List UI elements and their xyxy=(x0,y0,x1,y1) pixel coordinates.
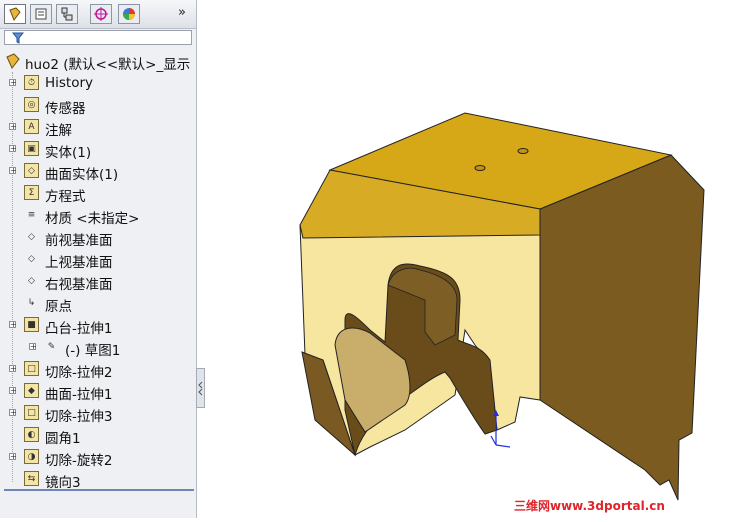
propertymanager-tab[interactable] xyxy=(30,4,52,24)
tree-filter-input[interactable] xyxy=(4,30,192,45)
plane-icon: ◇ xyxy=(28,275,35,286)
boss-extrude-icon: ■ xyxy=(24,317,39,332)
expand-toggle[interactable]: + xyxy=(9,167,17,175)
tree-item-label: 上视基准面 xyxy=(45,255,113,271)
featuremanager-panel: » huo2 (默认<<默认>_显示 + ⏱ History ◎ 传感器 + A 注解 + ▣ 实体… xyxy=(0,0,197,518)
model-hole-1 xyxy=(474,165,486,171)
expand-toggle[interactable]: + xyxy=(9,365,17,373)
mirror-icon: ⇆ xyxy=(24,471,39,486)
tree-item-label: 实体(1) xyxy=(45,145,92,161)
tree-item[interactable]: + ■ 凸台-拉伸1 xyxy=(0,315,196,337)
featuremanager-icon xyxy=(9,7,21,21)
annotation-icon: A xyxy=(24,119,39,134)
surface-extrude-icon: ◆ xyxy=(24,383,39,398)
tree-item-label: (-) 草图1 xyxy=(65,343,121,359)
rollback-bar[interactable] xyxy=(4,489,194,491)
tree-item[interactable]: ⇆ 镜向3 xyxy=(0,469,196,491)
tree-item[interactable]: ◇ 前视基准面 xyxy=(0,227,196,250)
triad-z-axis xyxy=(490,435,497,446)
display-manager-tab[interactable] xyxy=(118,4,140,24)
expand-toggle[interactable]: + xyxy=(9,453,17,461)
sensor-icon: ◎ xyxy=(24,97,39,112)
tree-item-label: 材质 <未指定> xyxy=(45,211,140,227)
tree-item[interactable]: + ✎ (-) 草图1 xyxy=(0,337,196,359)
tree-item-label: 原点 xyxy=(45,299,72,315)
tree-item[interactable]: ◐ 圆角1 xyxy=(0,425,196,447)
history-icon: ⏱ xyxy=(24,75,39,90)
expand-toggle[interactable]: + xyxy=(9,79,17,87)
configuration-icon xyxy=(61,7,73,21)
tree-item-label: 切除-旋转2 xyxy=(45,453,113,469)
dimxpert-icon xyxy=(94,7,108,21)
tree-item[interactable]: + A 注解 xyxy=(0,117,196,139)
tree-item-label: 切除-拉伸2 xyxy=(45,365,113,381)
tree-item[interactable]: + □ 切除-拉伸2 xyxy=(0,359,196,381)
model-right-face xyxy=(539,154,705,501)
tree-item-label: 右视基准面 xyxy=(45,277,113,293)
tree-item-label: 切除-拉伸3 xyxy=(45,409,113,425)
equation-icon: Σ xyxy=(24,185,39,200)
more-tabs-button[interactable]: » xyxy=(178,5,186,20)
solid-body-icon: ▣ xyxy=(24,141,39,156)
tree-item[interactable]: + ◆ 曲面-拉伸1 xyxy=(0,381,196,403)
tree-item-label: 曲面-拉伸1 xyxy=(45,387,113,403)
tree-item-label: 前视基准面 xyxy=(45,233,113,249)
expand-toggle[interactable]: + xyxy=(9,387,17,395)
expand-toggle[interactable]: + xyxy=(9,145,17,153)
configurationmanager-tab[interactable] xyxy=(56,4,78,24)
surface-body-icon: ◇ xyxy=(24,163,39,178)
tree-item-label: 注解 xyxy=(45,123,72,139)
tree-item[interactable]: Σ 方程式 xyxy=(0,183,196,205)
dimxpert-tab[interactable] xyxy=(90,4,112,24)
tree-item-label: 曲面实体(1) xyxy=(45,167,119,183)
tree-root-label: huo2 (默认<<默认>_显示 xyxy=(25,57,191,73)
featuremanager-tab[interactable] xyxy=(4,4,26,24)
plane-icon: ◇ xyxy=(28,231,35,242)
material-icon: ≡ xyxy=(27,209,36,220)
graphics-area[interactable] xyxy=(205,0,731,518)
tree-item[interactable]: + □ 切除-拉伸3 xyxy=(0,403,196,425)
sketch-icon: ✎ xyxy=(47,341,56,352)
tree-item[interactable]: ◎ 传感器 xyxy=(0,95,196,117)
model-hole-2 xyxy=(517,148,529,154)
tree-item-label: History xyxy=(45,75,94,91)
tree-item-label: 镜向3 xyxy=(45,475,81,491)
cut-extrude-icon: □ xyxy=(24,361,39,376)
tree-item-label: 方程式 xyxy=(45,189,86,205)
display-manager-icon xyxy=(123,8,135,20)
tree-item[interactable]: ↳ 原点 xyxy=(0,293,196,316)
manager-tab-bar: » xyxy=(0,0,196,29)
tree-item-label: 圆角1 xyxy=(45,431,81,447)
expand-toggle[interactable]: + xyxy=(9,409,17,417)
cut-extrude-icon: □ xyxy=(24,405,39,420)
expand-toggle[interactable]: + xyxy=(29,343,37,351)
tree-item[interactable]: + ⏱ History xyxy=(0,73,196,93)
splitter-arrows-icon xyxy=(198,381,203,396)
panel-splitter-handle[interactable] xyxy=(196,368,205,408)
origin-icon: ↳ xyxy=(27,297,36,308)
triad-x-axis xyxy=(495,444,511,448)
watermark-text: 三维网www.3dportal.cn xyxy=(514,499,665,513)
tree-item[interactable]: + ◇ 曲面实体(1) xyxy=(0,161,196,183)
tree-item-label: 传感器 xyxy=(45,101,86,117)
tree-item[interactable]: ≡ 材质 <未指定> xyxy=(0,205,196,228)
tree-root-part[interactable]: huo2 (默认<<默认>_显示 xyxy=(0,51,196,73)
tree-item-label: 凸台-拉伸1 xyxy=(45,321,113,337)
plane-icon: ◇ xyxy=(28,253,35,264)
tree-item[interactable]: ◇ 右视基准面 xyxy=(0,271,196,294)
propertymanager-icon xyxy=(35,8,47,20)
cut-revolve-icon: ◑ xyxy=(24,449,39,464)
expand-toggle[interactable]: + xyxy=(9,321,17,329)
part-icon xyxy=(6,53,20,69)
tree-item[interactable]: + ▣ 实体(1) xyxy=(0,139,196,161)
expand-toggle[interactable]: + xyxy=(9,123,17,131)
tree-item[interactable]: + ◑ 切除-旋转2 xyxy=(0,447,196,469)
fillet-icon: ◐ xyxy=(24,427,39,442)
filter-icon xyxy=(12,32,24,44)
tree-item[interactable]: ◇ 上视基准面 xyxy=(0,249,196,272)
model-viewport xyxy=(299,112,705,501)
